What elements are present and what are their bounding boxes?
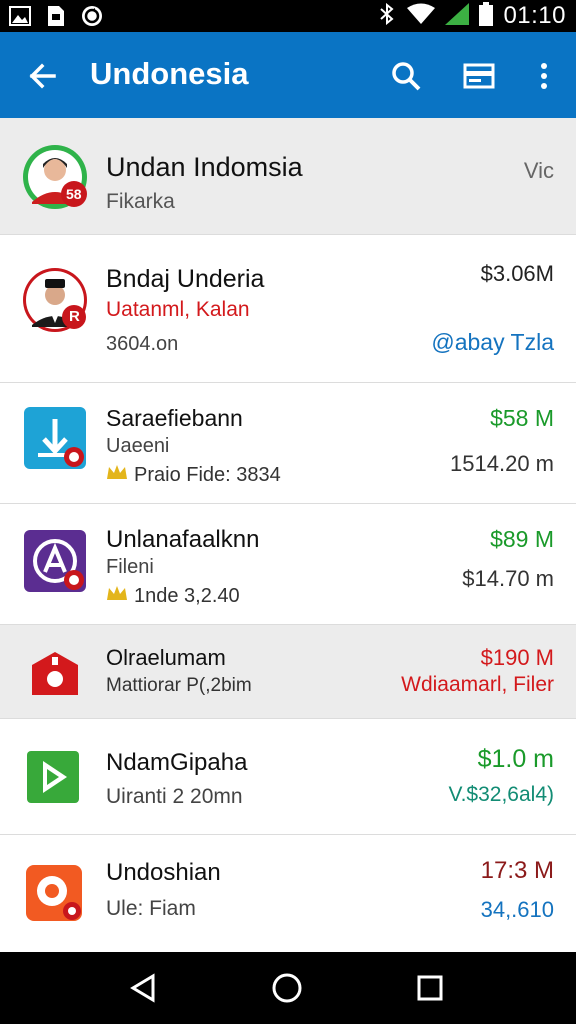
list-item[interactable]: R Bndaj Underia Uatanml, Kalan 3604.on $… (0, 235, 576, 383)
list-item[interactable]: Unlanafaalknn Fileni 1nde 3,2.40 $89 M $… (0, 504, 576, 625)
item-right-sub: $14.70 m (462, 566, 554, 591)
list-item[interactable]: Saraefiebann Uaeeni Praio Fide: 3834 $58… (0, 383, 576, 504)
avatar-badge: R (69, 308, 80, 325)
back-arrow-icon[interactable] (22, 56, 62, 96)
home-circle-icon[interactable] (267, 968, 307, 1008)
item-subtitle: Ule: Fiam (106, 897, 196, 920)
bluetooth-icon (377, 2, 397, 30)
item-price: $1.0 m (477, 745, 554, 773)
item-title: Bndaj Underia (106, 265, 265, 293)
sync-icon (80, 4, 104, 28)
circle-app-icon (24, 863, 84, 923)
item-price: $89 M (490, 526, 554, 552)
item-title: Unlanafaalknn (106, 526, 260, 553)
item-meta-row: 1nde 3,2.40 (106, 584, 240, 608)
item-subtitle: Uatanml, Kalan (106, 298, 250, 321)
app-bar: Undonesia (0, 32, 576, 118)
item-price: $190 M (480, 645, 554, 670)
back-triangle-icon[interactable] (124, 968, 164, 1008)
item-subtitle: Fikarka (106, 190, 175, 213)
file-icon (44, 4, 68, 28)
list-item[interactable]: Olraelumam Mattiorar P(,2bim $190 M Wdia… (0, 625, 576, 719)
image-icon (8, 4, 32, 28)
house-app-icon (30, 649, 80, 699)
item-right-sub: Wdiaamarl, Filer (401, 673, 554, 696)
signal-icon (445, 2, 470, 30)
item-subtitle: Fileni (106, 556, 154, 578)
status-time: 01:10 (503, 2, 566, 29)
item-subtitle: Uaeeni (106, 435, 170, 457)
a-app-icon (22, 528, 86, 592)
item-price: $3.06M (480, 261, 554, 286)
item-subtitle: Mattiorar P(,2bim (106, 675, 252, 696)
person-avatar: 58 (22, 144, 88, 210)
wifi-icon (407, 3, 436, 30)
person-avatar: R (22, 267, 88, 333)
search-icon[interactable] (384, 54, 428, 98)
item-right-sub: 34,.610 (480, 897, 554, 922)
app-title: Undonesia (90, 56, 249, 91)
crown-icon (106, 584, 128, 608)
item-meta: 1nde 3,2.40 (134, 584, 240, 607)
card-icon[interactable] (457, 54, 501, 98)
more-vert-icon[interactable] (522, 54, 566, 98)
item-meta: Praio Fide: 3834 (134, 463, 281, 486)
item-price: 17:3 M (480, 857, 554, 884)
item-title: Olraelumam (106, 645, 226, 670)
crown-icon (106, 463, 128, 487)
item-price: $58 M (490, 405, 554, 431)
battery-icon (479, 1, 494, 31)
list-item[interactable]: Undoshian Ule: Fiam 17:3 M 34,.610 (0, 835, 576, 952)
list-item[interactable]: 58 Undan Indomsia Fikarka Vic (0, 118, 576, 235)
status-bar: 01:10 (0, 0, 576, 32)
item-title: NdamGipaha (106, 749, 248, 776)
list-item[interactable]: NdamGipaha Uiranti 2 20mn $1.0 m V.$32,6… (0, 719, 576, 835)
item-right-sub: @abay Tzla (431, 329, 554, 355)
anchor-app-icon (22, 405, 86, 469)
item-title: Undoshian (106, 859, 221, 886)
item-subtitle: Uiranti 2 20mn (106, 785, 243, 808)
item-right-sub: V.$32,6al4) (448, 783, 554, 806)
item-meta-row: Praio Fide: 3834 (106, 463, 281, 487)
item-right-label: Vic (523, 158, 554, 183)
avatar-badge: 58 (66, 186, 82, 202)
system-nav-bar (0, 952, 576, 1024)
item-list: 58 Undan Indomsia Fikarka Vic R Bndaj Un… (0, 118, 576, 952)
item-right-sub: 1514.20 m (450, 451, 554, 476)
item-title: Undan Indomsia (106, 152, 303, 182)
play-app-icon (25, 749, 81, 805)
item-meta: 3604.on (106, 333, 179, 355)
recents-square-icon[interactable] (410, 968, 450, 1008)
item-title: Saraefiebann (106, 405, 243, 431)
